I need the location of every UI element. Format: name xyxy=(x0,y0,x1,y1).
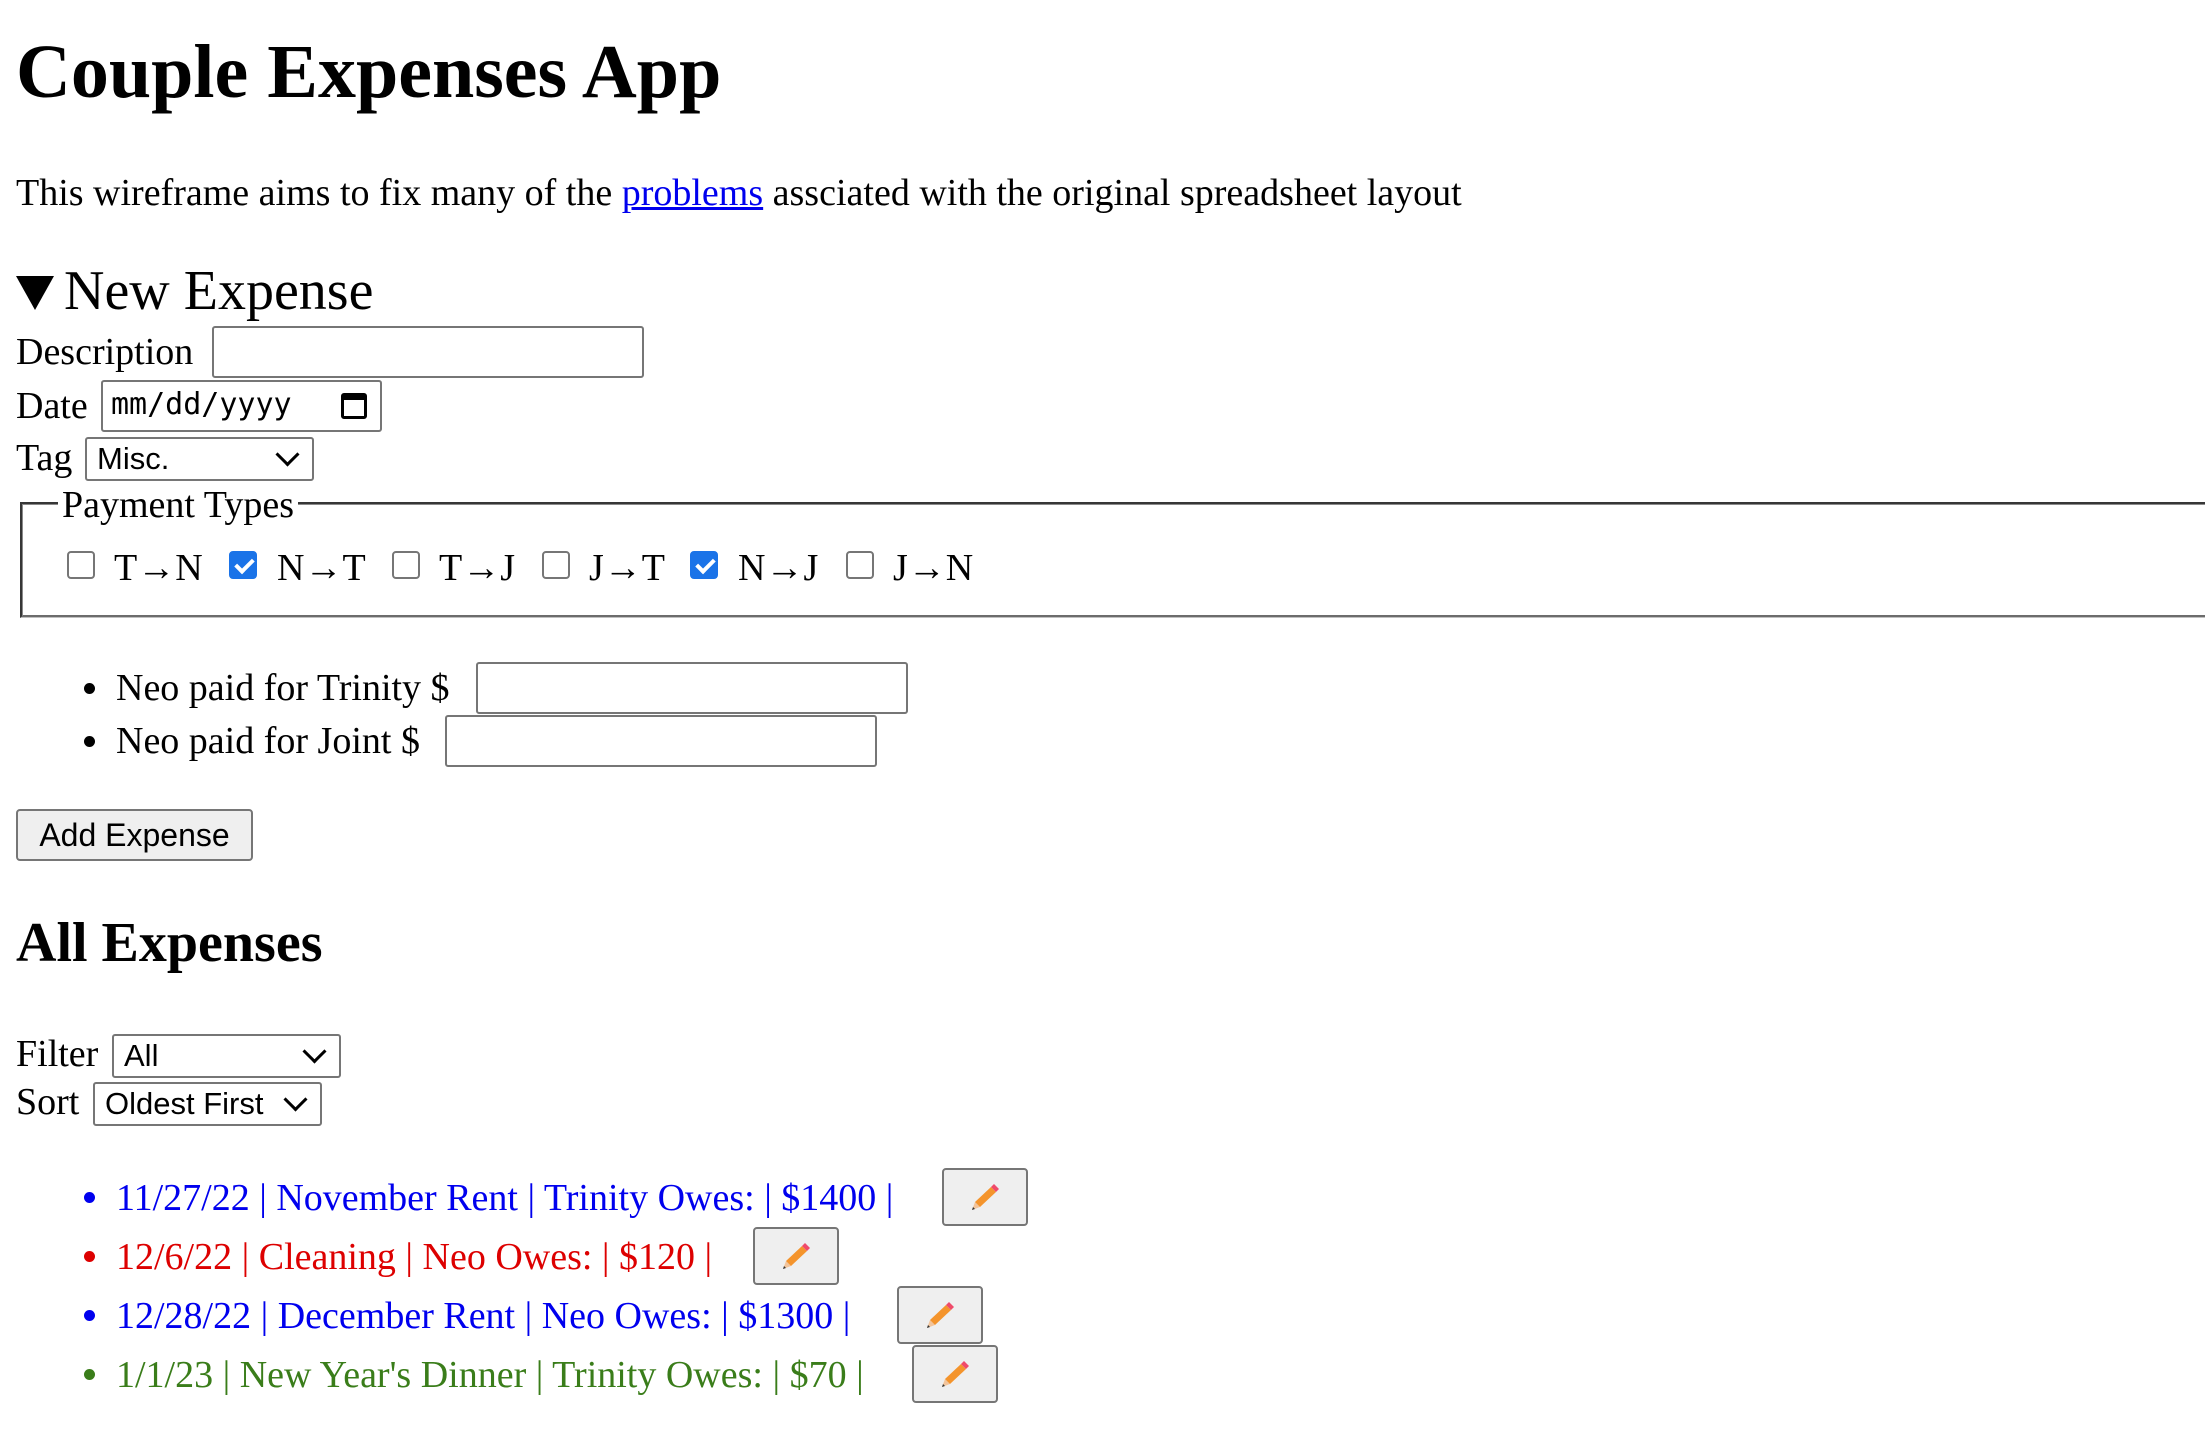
new-expense-summary-label: New Expense xyxy=(64,260,374,322)
expense-item-text: 12/6/22 | Cleaning | Neo Owes: | $120 | xyxy=(116,1236,713,1278)
tag-select[interactable]: Misc. xyxy=(85,437,314,481)
checkbox-label-t-to-j: T→J xyxy=(439,547,515,589)
tag-select-value: Misc. xyxy=(97,441,170,476)
filter-label: Filter xyxy=(16,1033,99,1075)
checkbox-n-to-j[interactable] xyxy=(690,551,718,579)
page: Couple Expenses App This wireframe aims … xyxy=(0,0,2205,1437)
page-title: Couple Expenses App xyxy=(16,30,722,114)
intro-text: This wireframe aims to fix many of the p… xyxy=(16,170,1462,216)
list-bullet xyxy=(84,736,95,747)
edit-expense-button[interactable] xyxy=(897,1286,983,1344)
expense-item-text: 11/27/22 | November Rent | Trinity Owes:… xyxy=(116,1177,894,1219)
neo-paid-joint-label: Neo paid for Joint $ xyxy=(116,720,420,762)
new-expense-toggle[interactable]: New Expense xyxy=(16,258,373,324)
checkbox-n-to-t[interactable] xyxy=(229,551,257,579)
expense-bullet xyxy=(84,1369,95,1380)
edit-expense-button[interactable] xyxy=(753,1227,839,1285)
checkbox-j-to-n[interactable] xyxy=(846,551,874,579)
sort-label: Sort xyxy=(16,1081,80,1123)
sort-select-value: Oldest First xyxy=(105,1086,264,1121)
checkbox-label-n-to-t: N→T xyxy=(277,547,366,589)
date-placeholder: mm/dd/yyyy xyxy=(111,387,292,422)
pencil-icon xyxy=(927,1302,954,1328)
intro-text-after: assciated with the original spreadsheet … xyxy=(763,172,1462,214)
checkbox-t-to-j[interactable] xyxy=(392,551,420,579)
pencil-icon xyxy=(783,1243,810,1269)
neo-paid-joint-input[interactable] xyxy=(445,715,877,767)
chevron-down-icon xyxy=(283,1087,308,1112)
expense-item-text: 12/28/22 | December Rent | Neo Owes: | $… xyxy=(116,1295,851,1337)
date-label: Date xyxy=(16,385,88,427)
all-expenses-heading: All Expenses xyxy=(16,912,323,974)
tag-label: Tag xyxy=(16,437,73,479)
chevron-down-icon xyxy=(275,442,300,467)
checkbox-label-n-to-j: N→J xyxy=(738,547,819,589)
checkbox-j-to-t[interactable] xyxy=(542,551,570,579)
neo-paid-trinity-input[interactable] xyxy=(476,662,908,714)
sort-select[interactable]: Oldest First xyxy=(93,1082,322,1126)
filter-select[interactable]: All xyxy=(112,1034,341,1078)
add-expense-button[interactable]: Add Expense xyxy=(16,809,253,861)
calendar-icon[interactable] xyxy=(341,393,367,419)
date-input[interactable]: mm/dd/yyyy xyxy=(101,380,382,432)
edit-expense-button[interactable] xyxy=(912,1345,998,1403)
chevron-down-icon xyxy=(302,1039,327,1064)
expense-bullet xyxy=(84,1310,95,1321)
intro-text-before: This wireframe aims to fix many of the xyxy=(16,172,622,214)
checkbox-label-j-to-t: J→T xyxy=(589,547,665,589)
problems-link[interactable]: problems xyxy=(622,172,763,214)
expense-bullet xyxy=(84,1192,95,1203)
filter-select-value: All xyxy=(124,1038,159,1073)
checkbox-t-to-n[interactable] xyxy=(67,551,95,579)
description-input[interactable] xyxy=(212,326,644,378)
disclosure-triangle-icon xyxy=(16,276,54,310)
expense-bullet xyxy=(84,1251,95,1262)
pencil-icon xyxy=(942,1361,969,1387)
payment-types-legend: Payment Types xyxy=(58,482,299,528)
checkbox-label-t-to-n: T→N xyxy=(114,547,203,589)
neo-paid-trinity-label: Neo paid for Trinity $ xyxy=(116,667,450,709)
list-bullet xyxy=(84,683,95,694)
edit-expense-button[interactable] xyxy=(942,1168,1028,1226)
description-label: Description xyxy=(16,331,194,373)
expense-item-text: 1/1/23 | New Year's Dinner | Trinity Owe… xyxy=(116,1354,864,1396)
checkbox-label-j-to-n: J→N xyxy=(893,547,974,589)
pencil-icon xyxy=(972,1184,999,1210)
